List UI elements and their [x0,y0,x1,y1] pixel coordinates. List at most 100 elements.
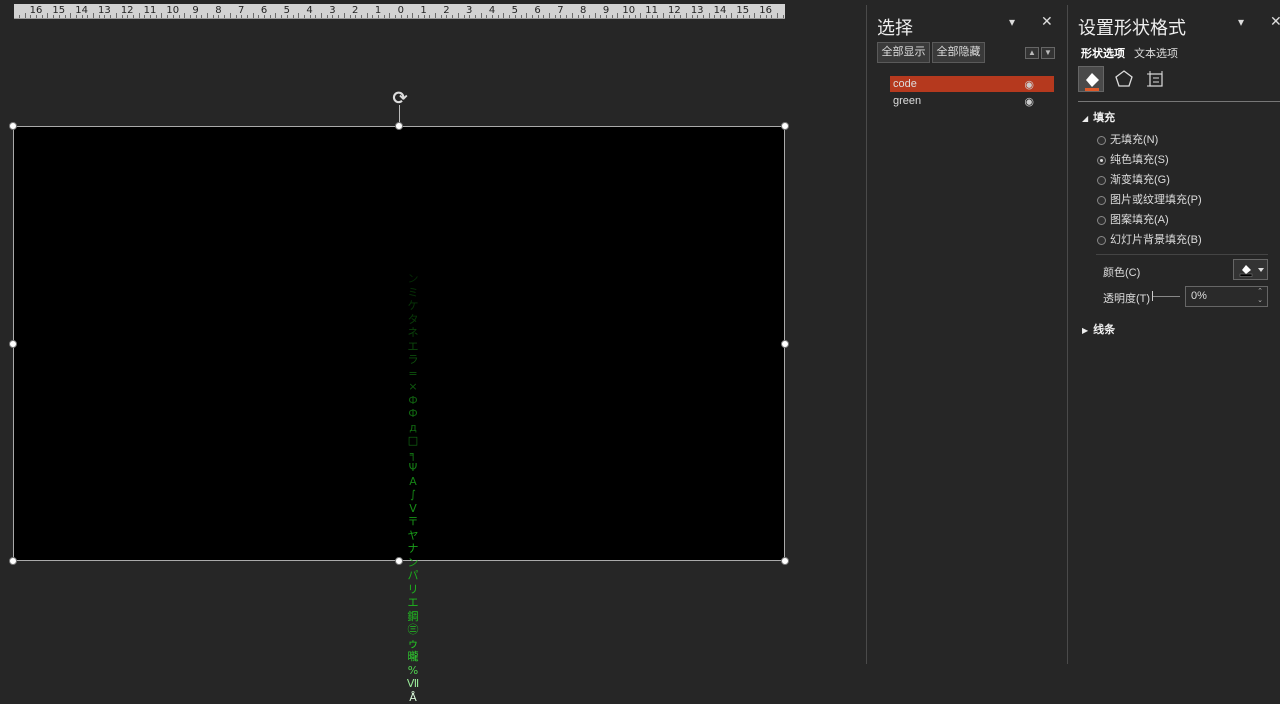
pane-options-chevron-down-icon[interactable]: ▾ [1238,15,1244,29]
ruler-tick [122,15,123,18]
ruler-tick [139,13,140,18]
layer-item-green[interactable]: green ◉ [890,93,1054,109]
resize-handle-bottom[interactable] [395,557,403,565]
radio-circle-icon[interactable] [1097,236,1106,245]
layer-item-code[interactable]: code ◉ [890,76,1054,92]
resize-handle-top-left[interactable] [9,122,17,130]
ruler-tick [25,13,26,18]
ruler-tick [350,15,351,18]
transparency-slider[interactable] [1152,291,1180,301]
ruler-tick [446,15,447,18]
ruler-tick [452,15,453,18]
ruler-tick [731,13,732,18]
pane-options-chevron-down-icon[interactable]: ▾ [1009,15,1015,29]
line-section-header[interactable]: ▶线条 [1082,321,1115,337]
ruler-tick [663,13,664,18]
tab-text-options[interactable]: 文本选项 [1134,45,1178,61]
ruler-tick [110,15,111,18]
rotate-handle-icon[interactable]: ⟳ [391,89,409,107]
ruler-tick [19,15,20,18]
ruler-tick [93,13,94,18]
code-glyph: ∫ [402,488,424,502]
ruler-tick [298,13,299,18]
spinner-up-icon[interactable]: ⌃ [1257,287,1263,296]
close-icon[interactable]: ✕ [1041,13,1053,30]
ruler-tick [196,15,197,18]
ruler-tick [184,13,185,18]
transparency-input[interactable]: 0% ⌃ ⌄ [1185,286,1268,307]
hide-all-button[interactable]: 全部隐藏 [932,42,985,63]
resize-handle-top-right[interactable] [781,122,789,130]
ruler-tick [674,15,675,18]
fill-color-picker-button[interactable] [1233,259,1268,280]
bring-forward-chevron-up-icon[interactable]: ▲ [1025,47,1039,59]
fill-option-label: 渐变填充(G) [1110,174,1170,186]
ruler-tick [692,15,693,18]
resize-handle-right[interactable] [781,340,789,348]
code-glyph: 鋼 [402,610,424,624]
tab-shape-options[interactable]: 形状选项 [1081,45,1125,61]
ruler-tick [395,15,396,18]
resize-handle-bottom-right[interactable] [781,557,789,565]
radio-circle-icon[interactable] [1097,176,1106,185]
ruler-tick [515,15,516,18]
ruler-tick [161,13,162,18]
radio-circle-icon[interactable] [1097,156,1106,165]
resize-handle-top[interactable] [395,122,403,130]
ruler-tick [760,15,761,18]
ruler-tick [709,13,710,18]
radio-circle-icon[interactable] [1097,136,1106,145]
ruler-tick [310,15,311,18]
resize-handle-bottom-left[interactable] [9,557,17,565]
ruler-tick [361,15,362,18]
code-glyph: Ф [402,407,424,421]
code-glyph: = [402,367,424,381]
ruler-tick [133,15,134,18]
code-glyph: V [402,502,424,516]
fill-option-radio[interactable]: 纯色填充(S) [1097,153,1169,167]
ruler-tick [213,15,214,18]
show-all-button[interactable]: 全部显示 [877,42,930,63]
ruler-tick [47,13,48,18]
ruler-tick [281,15,282,18]
ruler-tick [526,13,527,18]
ruler-tick [652,15,653,18]
fill-option-radio[interactable]: 幻灯片背景填充(B) [1097,233,1202,247]
ruler-tick [566,15,567,18]
ruler-tick [321,13,322,18]
ruler-tick [771,15,772,18]
ruler-tick [384,15,385,18]
radio-circle-icon[interactable] [1097,216,1106,225]
fill-option-radio[interactable]: 图片或纹理填充(P) [1097,193,1202,207]
slide-canvas[interactable]: ンミケタネエラ=×ФФд□╕ΨA∫V〒ヤナンパリエ鋼㊂ゥ曨%ⅦÅ [13,126,785,561]
fill-option-radio[interactable]: 无填充(N) [1097,133,1158,147]
ruler-tick [65,15,66,18]
code-glyph: A [402,475,424,489]
line-section-label: 线条 [1093,324,1115,336]
ruler-tick [327,15,328,18]
ruler-tick [144,15,145,18]
effects-pentagon-icon[interactable] [1111,66,1137,92]
matrix-code-column[interactable]: ンミケタネエラ=×ФФд□╕ΨA∫V〒ヤナンパリエ鋼㊂ゥ曨%ⅦÅ [402,272,424,704]
ruler-tick [578,15,579,18]
visibility-eye-icon[interactable]: ◉ [1024,77,1034,93]
size-properties-icon[interactable] [1143,66,1169,92]
ruler-tick [424,15,425,18]
fill-line-paint-bucket-icon[interactable] [1078,66,1104,92]
code-glyph: ミ [402,286,424,300]
ruler-tick [435,13,436,18]
resize-handle-left[interactable] [9,340,17,348]
ruler-tick [714,15,715,18]
spinner-down-icon[interactable]: ⌄ [1257,296,1263,305]
fill-option-radio[interactable]: 渐变填充(G) [1097,173,1170,187]
send-backward-chevron-down-icon[interactable]: ▼ [1041,47,1055,59]
code-glyph: ゥ [402,637,424,651]
fill-option-radio[interactable]: 图案填充(A) [1097,213,1169,227]
visibility-eye-icon[interactable]: ◉ [1024,94,1034,110]
ruler-tick [498,15,499,18]
radio-circle-icon[interactable] [1097,196,1106,205]
close-icon[interactable]: ✕ [1270,13,1280,30]
ruler-tick [241,15,242,18]
fill-section-header[interactable]: ◢填充 [1082,109,1115,125]
ruler-tick [190,15,191,18]
